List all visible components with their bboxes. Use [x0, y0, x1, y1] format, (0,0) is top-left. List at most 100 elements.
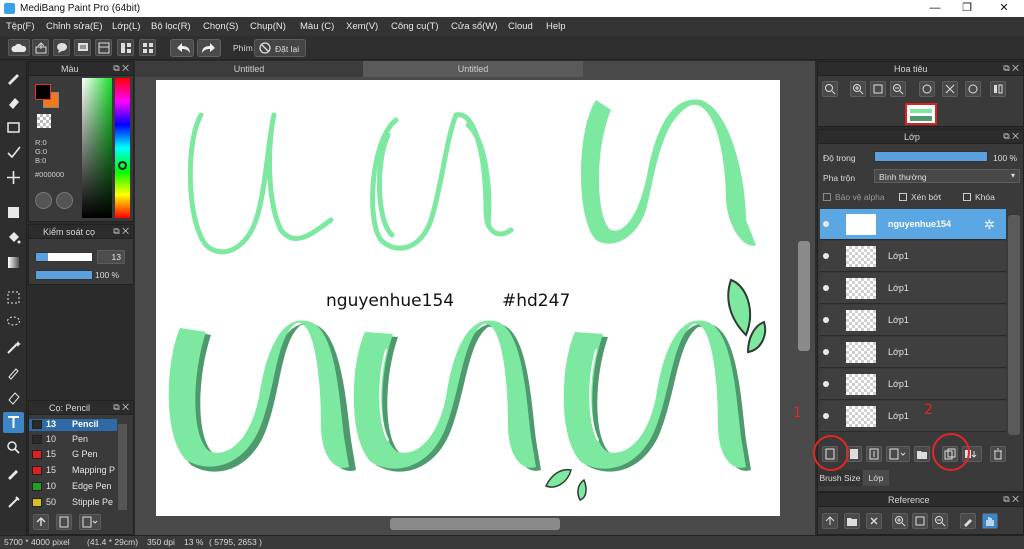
panel-button-1[interactable]: [95, 39, 112, 56]
gear-icon[interactable]: ✲: [984, 217, 995, 233]
nav-zoom-in-button[interactable]: [850, 81, 866, 97]
brush-menu-button[interactable]: [79, 514, 101, 530]
menu-capture[interactable]: Chụp(N): [250, 21, 286, 32]
visibility-icon[interactable]: [823, 253, 829, 259]
layer-row[interactable]: Lớp1: [820, 273, 1006, 304]
layer-row[interactable]: Lớp1: [820, 241, 1006, 272]
line-tool[interactable]: [3, 142, 24, 163]
bucket-tool[interactable]: [3, 227, 24, 248]
panel-button-2[interactable]: [117, 39, 134, 56]
layer-row[interactable]: Lớp1: [820, 305, 1006, 336]
eraser-tool[interactable]: [3, 92, 24, 113]
visibility-icon[interactable]: [823, 317, 829, 323]
new-1bit-layer-button[interactable]: [866, 446, 882, 462]
ref-zoom-in-button[interactable]: [892, 513, 908, 529]
brush-item[interactable]: 10 Pen: [29, 434, 117, 446]
cloud-button[interactable]: [8, 39, 30, 56]
menu-edit[interactable]: Chỉnh sửa(E): [46, 21, 103, 32]
nav-zoom-out-button[interactable]: [890, 81, 906, 97]
new-brush-button[interactable]: [56, 514, 72, 530]
lasso-tool[interactable]: [3, 312, 24, 333]
nav-flip-button[interactable]: [990, 81, 1006, 97]
brush-list-scrollbar[interactable]: [118, 424, 127, 510]
menu-select[interactable]: Chọn(S): [203, 21, 238, 32]
layer-list-scrollbar[interactable]: [1008, 215, 1020, 435]
visibility-icon[interactable]: [823, 285, 829, 291]
brush-item[interactable]: 15 Mapping P: [29, 465, 117, 477]
export-button[interactable]: [32, 39, 49, 56]
brush-size-slider[interactable]: [35, 252, 93, 262]
color-wheel-icon[interactable]: [56, 192, 73, 209]
add-brush-button[interactable]: [33, 514, 49, 530]
panel-controls-icon[interactable]: ⧉ ✕: [1003, 131, 1019, 142]
layer-row[interactable]: Lớp1: [820, 369, 1006, 400]
nav-zoom-button[interactable]: [822, 81, 838, 97]
new-folder-button[interactable]: [914, 446, 930, 462]
layer-row[interactable]: Lớp1: [820, 401, 1006, 432]
select-eraser-tool[interactable]: [3, 387, 24, 408]
panel-controls-icon[interactable]: ⧉ ✕: [1003, 494, 1019, 505]
undo-button[interactable]: [170, 39, 194, 57]
menu-cloud[interactable]: Cloud: [508, 21, 533, 32]
visibility-icon[interactable]: [823, 221, 829, 227]
brush-opacity-slider[interactable]: [35, 270, 93, 280]
ref-close-button[interactable]: [866, 513, 882, 529]
nav-fit-button[interactable]: [870, 81, 886, 97]
minimize-button[interactable]: —: [918, 0, 952, 17]
magic-wand-tool[interactable]: [3, 337, 24, 358]
menu-filter[interactable]: Bộ lọc(R): [151, 21, 191, 32]
delete-layer-button[interactable]: [990, 446, 1006, 462]
layer-row[interactable]: Lớp1: [820, 337, 1006, 368]
nav-reset-button[interactable]: [942, 81, 958, 97]
primary-color-front[interactable]: [35, 84, 51, 100]
panel-controls-icon[interactable]: ⧉ ✕: [113, 226, 129, 237]
layer-row[interactable]: nguyenhue154 ✲: [820, 209, 1006, 240]
menu-color[interactable]: Màu (C): [300, 21, 334, 32]
saturation-box[interactable]: [82, 78, 112, 218]
select-rect-tool[interactable]: [3, 287, 24, 308]
move-tool[interactable]: [3, 167, 24, 188]
brush-size-value[interactable]: 13: [97, 250, 125, 264]
transparent-swatch[interactable]: [37, 114, 51, 128]
panel-button-3[interactable]: [139, 39, 156, 56]
lock-checkbox[interactable]: [963, 193, 971, 201]
ref-hand-button[interactable]: [982, 513, 998, 529]
chat-button[interactable]: [53, 39, 70, 56]
text-tool[interactable]: [3, 412, 24, 433]
redo-button[interactable]: [197, 39, 221, 57]
doc-tab-2[interactable]: Untitled: [363, 61, 583, 77]
panel-controls-icon[interactable]: ⧉ ✕: [113, 402, 129, 413]
horizontal-scrollbar[interactable]: [390, 518, 560, 530]
select-pen-tool[interactable]: [3, 362, 24, 383]
panel-controls-icon[interactable]: ⧉ ✕: [113, 63, 129, 74]
brush-item[interactable]: 15 G Pen: [29, 449, 117, 461]
nav-rotate-right-button[interactable]: [965, 81, 981, 97]
vertical-scrollbar[interactable]: [798, 241, 810, 351]
layer-type-menu-button[interactable]: [886, 446, 910, 462]
ref-upload-button[interactable]: [822, 513, 838, 529]
maximize-button[interactable]: ❐: [950, 0, 984, 17]
visibility-icon[interactable]: [823, 413, 829, 419]
rect-tool[interactable]: [3, 117, 24, 138]
menu-tools[interactable]: Công cụ(T): [391, 21, 439, 32]
protect-alpha-checkbox[interactable]: [823, 193, 831, 201]
tab-brush-size[interactable]: Brush Size: [818, 470, 862, 486]
comment-button[interactable]: [74, 39, 91, 56]
fill-rect-tool[interactable]: [3, 202, 24, 223]
layer-opacity-slider[interactable]: [874, 151, 988, 162]
visibility-icon[interactable]: [823, 381, 829, 387]
reset-button[interactable]: Đặt lại: [254, 39, 306, 57]
panel-controls-icon[interactable]: ⧉ ✕: [1003, 63, 1019, 74]
menu-window[interactable]: Cửa sổ(W): [451, 21, 497, 32]
ref-eyedropper-button[interactable]: [960, 513, 976, 529]
eyedropper-tool[interactable]: [3, 462, 24, 483]
doc-tab-1[interactable]: Untitled: [135, 61, 363, 77]
palette-icon[interactable]: [35, 192, 52, 209]
nav-rotate-left-button[interactable]: [919, 81, 935, 97]
ref-open-button[interactable]: [844, 513, 860, 529]
hue-slider[interactable]: [115, 78, 130, 218]
hue-handle[interactable]: [118, 161, 127, 170]
menu-file[interactable]: Tệp(F): [6, 21, 35, 32]
ref-fit-button[interactable]: [912, 513, 928, 529]
brush-item[interactable]: 13 Pencil: [29, 419, 117, 431]
